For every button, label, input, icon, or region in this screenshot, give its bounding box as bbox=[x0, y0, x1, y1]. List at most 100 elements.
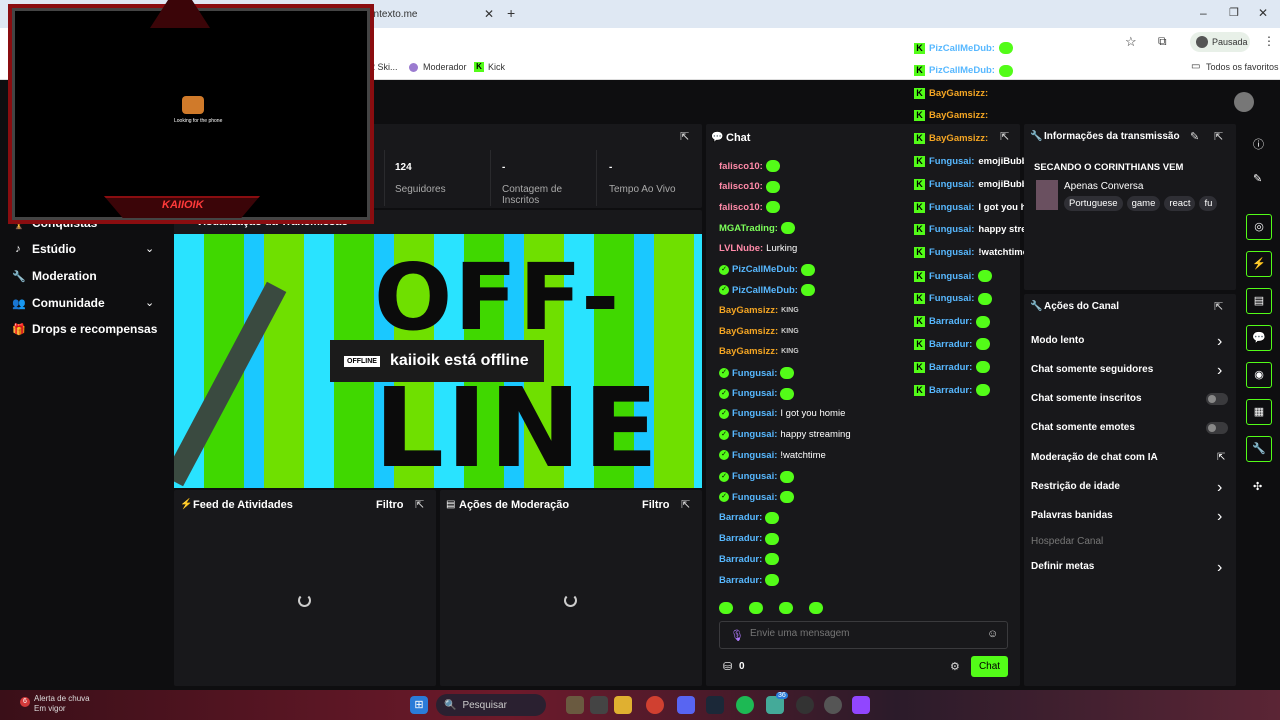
obs-icon[interactable] bbox=[796, 696, 814, 714]
chat-username[interactable]: MGATrading: bbox=[719, 223, 778, 234]
popout-icon[interactable]: ⇱ bbox=[681, 498, 690, 511]
channel-action-item[interactable]: Chat somente seguidores bbox=[1031, 364, 1153, 375]
channel-action-item[interactable]: Chat somente emotes bbox=[1031, 422, 1135, 433]
chat-username[interactable]: Fungusai: bbox=[732, 471, 777, 482]
tag[interactable]: react bbox=[1164, 196, 1196, 211]
chat-username[interactable]: BayGamsizz: bbox=[719, 305, 778, 316]
chat-username[interactable]: Fungusai: bbox=[732, 492, 777, 503]
channel-action-item[interactable]: Restrição de idade bbox=[1031, 481, 1120, 492]
chevron-right-icon[interactable]: › bbox=[1217, 559, 1222, 577]
chat-input-box[interactable]: 🎙 ☺ bbox=[719, 621, 1008, 649]
emote-icon[interactable] bbox=[809, 602, 823, 614]
chat-username[interactable]: Fungusai: bbox=[732, 408, 777, 419]
sidebar-item-comunidade[interactable]: 👥 Comunidade bbox=[12, 296, 105, 310]
all-bookmarks[interactable]: Todos os favoritos bbox=[1206, 62, 1279, 72]
popout-icon[interactable]: ⇱ bbox=[1000, 130, 1009, 143]
lightning-icon[interactable]: ⚡ bbox=[1246, 251, 1272, 277]
channel-action-item[interactable]: Palavras banidas bbox=[1031, 510, 1113, 521]
user-avatar[interactable] bbox=[1234, 92, 1254, 112]
emoji-icon[interactable]: ☺ bbox=[987, 628, 998, 640]
taskbar-search[interactable]: 🔍 Pesquisar bbox=[436, 694, 546, 716]
chat-username[interactable]: Fungusai: bbox=[732, 450, 777, 461]
bookmark-kick[interactable]: Kick bbox=[488, 62, 505, 72]
chat-username[interactable]: BayGamsizz: bbox=[719, 346, 778, 357]
wrench-icon[interactable]: 🔧 bbox=[1246, 436, 1272, 462]
sidebar-item-drops[interactable]: 🎁 Drops e recompensas bbox=[12, 322, 157, 336]
chat-username[interactable]: falisco10: bbox=[719, 202, 763, 213]
channel-action-item[interactable]: Chat somente inscritos bbox=[1031, 393, 1142, 404]
chat-username[interactable]: Barradur: bbox=[719, 512, 762, 523]
popout-icon[interactable]: ⇱ bbox=[1214, 130, 1223, 143]
bookmark-item[interactable]: 2 Ski... bbox=[370, 62, 398, 72]
windows-start-icon[interactable]: ⊞ bbox=[410, 696, 428, 714]
chat-username[interactable]: BayGamsizz: bbox=[719, 326, 778, 337]
emote-icon[interactable] bbox=[749, 602, 763, 614]
tag[interactable]: game bbox=[1126, 196, 1161, 211]
microphone-icon[interactable]: 🎙 bbox=[730, 629, 744, 642]
channel-action-item[interactable]: Modo lento bbox=[1031, 335, 1084, 346]
close-tab-icon[interactable]: ✕ bbox=[484, 7, 494, 21]
gear-icon[interactable]: ⚙ bbox=[950, 660, 960, 673]
chevron-right-icon[interactable]: › bbox=[1217, 333, 1222, 351]
activity-filter-button[interactable]: Filtro bbox=[376, 499, 404, 511]
discord-icon[interactable] bbox=[677, 696, 695, 714]
spotify-icon[interactable] bbox=[736, 696, 754, 714]
chat-username[interactable]: PizCallMeDub: bbox=[732, 285, 798, 296]
twitch-icon[interactable] bbox=[852, 696, 870, 714]
close-window-icon[interactable]: ✕ bbox=[1258, 6, 1268, 20]
points-icon[interactable]: ⛁ bbox=[723, 660, 732, 673]
channel-action-item[interactable]: Hospedar Canal bbox=[1031, 536, 1103, 547]
chat-input[interactable] bbox=[750, 628, 970, 639]
sidebar-item-moderation[interactable]: 🔧 Moderation bbox=[12, 269, 97, 283]
external-link-icon[interactable]: ⇱ bbox=[1217, 452, 1225, 463]
emote-icon[interactable] bbox=[779, 602, 793, 614]
toggle-switch[interactable] bbox=[1206, 422, 1228, 434]
new-tab-button[interactable]: + bbox=[507, 5, 515, 21]
chevron-down-icon[interactable]: ⌄ bbox=[145, 296, 154, 309]
chrome-icon[interactable] bbox=[646, 696, 664, 714]
task-view-icon[interactable] bbox=[590, 696, 608, 714]
chevron-right-icon[interactable]: › bbox=[1217, 508, 1222, 526]
chat-username[interactable]: Fungusai: bbox=[732, 388, 777, 399]
toggle-switch[interactable] bbox=[1206, 393, 1228, 405]
document-icon[interactable]: ▤ bbox=[1246, 288, 1272, 314]
extensions-icon[interactable]: ⧉ bbox=[1158, 34, 1167, 49]
emote-icon[interactable] bbox=[719, 602, 733, 614]
chat-username[interactable]: Fungusai: bbox=[732, 429, 777, 440]
steam-icon[interactable] bbox=[706, 696, 724, 714]
channel-action-item[interactable]: Definir metas bbox=[1031, 561, 1094, 572]
mod-filter-button[interactable]: Filtro bbox=[642, 499, 670, 511]
popout-icon[interactable]: ⇱ bbox=[680, 130, 689, 143]
popout-icon[interactable]: ⇱ bbox=[415, 498, 424, 511]
chat-username[interactable]: Barradur: bbox=[719, 554, 762, 565]
weather-line1[interactable]: Alerta de chuva bbox=[34, 694, 90, 703]
chevron-down-icon[interactable]: ⌄ bbox=[145, 242, 154, 255]
edit-icon[interactable]: ✎ bbox=[1190, 130, 1199, 143]
chat-username[interactable]: Barradur: bbox=[719, 575, 762, 586]
minimize-icon[interactable]: – bbox=[1200, 6, 1207, 20]
send-chat-button[interactable]: Chat bbox=[971, 656, 1008, 677]
app-icon[interactable] bbox=[566, 696, 584, 714]
chat-icon[interactable]: 💬 bbox=[1246, 325, 1272, 351]
chevron-right-icon[interactable]: › bbox=[1217, 479, 1222, 497]
more-icon[interactable]: ⋮ bbox=[1263, 34, 1275, 48]
settings-icon[interactable]: ✣ bbox=[1253, 480, 1262, 493]
clip-icon[interactable]: ◎ bbox=[1246, 214, 1272, 240]
broadcast-icon[interactable]: ◉ bbox=[1246, 362, 1272, 388]
channel-action-item[interactable]: Moderação de chat com IA bbox=[1031, 452, 1158, 463]
star-icon[interactable]: ☆ bbox=[1125, 34, 1137, 50]
tab-title[interactable]: ontexto.me bbox=[368, 9, 417, 20]
maximize-icon[interactable]: ❐ bbox=[1229, 6, 1239, 19]
file-explorer-icon[interactable] bbox=[614, 696, 632, 714]
pencil-icon[interactable]: ✎ bbox=[1253, 172, 1262, 185]
tag[interactable]: fu bbox=[1199, 196, 1218, 211]
info-icon[interactable]: ⓘ bbox=[1253, 136, 1264, 152]
chat-username[interactable]: LVLNube: bbox=[719, 243, 763, 254]
chat-username[interactable]: Fungusai: bbox=[732, 368, 777, 379]
app-icon[interactable] bbox=[824, 696, 842, 714]
chat-username[interactable]: Barradur: bbox=[719, 533, 762, 544]
layout-icon[interactable]: ▦ bbox=[1246, 399, 1272, 425]
popout-icon[interactable]: ⇱ bbox=[1214, 300, 1223, 313]
chevron-right-icon[interactable]: › bbox=[1217, 362, 1222, 380]
profile-button[interactable]: Pausada bbox=[1190, 32, 1250, 52]
